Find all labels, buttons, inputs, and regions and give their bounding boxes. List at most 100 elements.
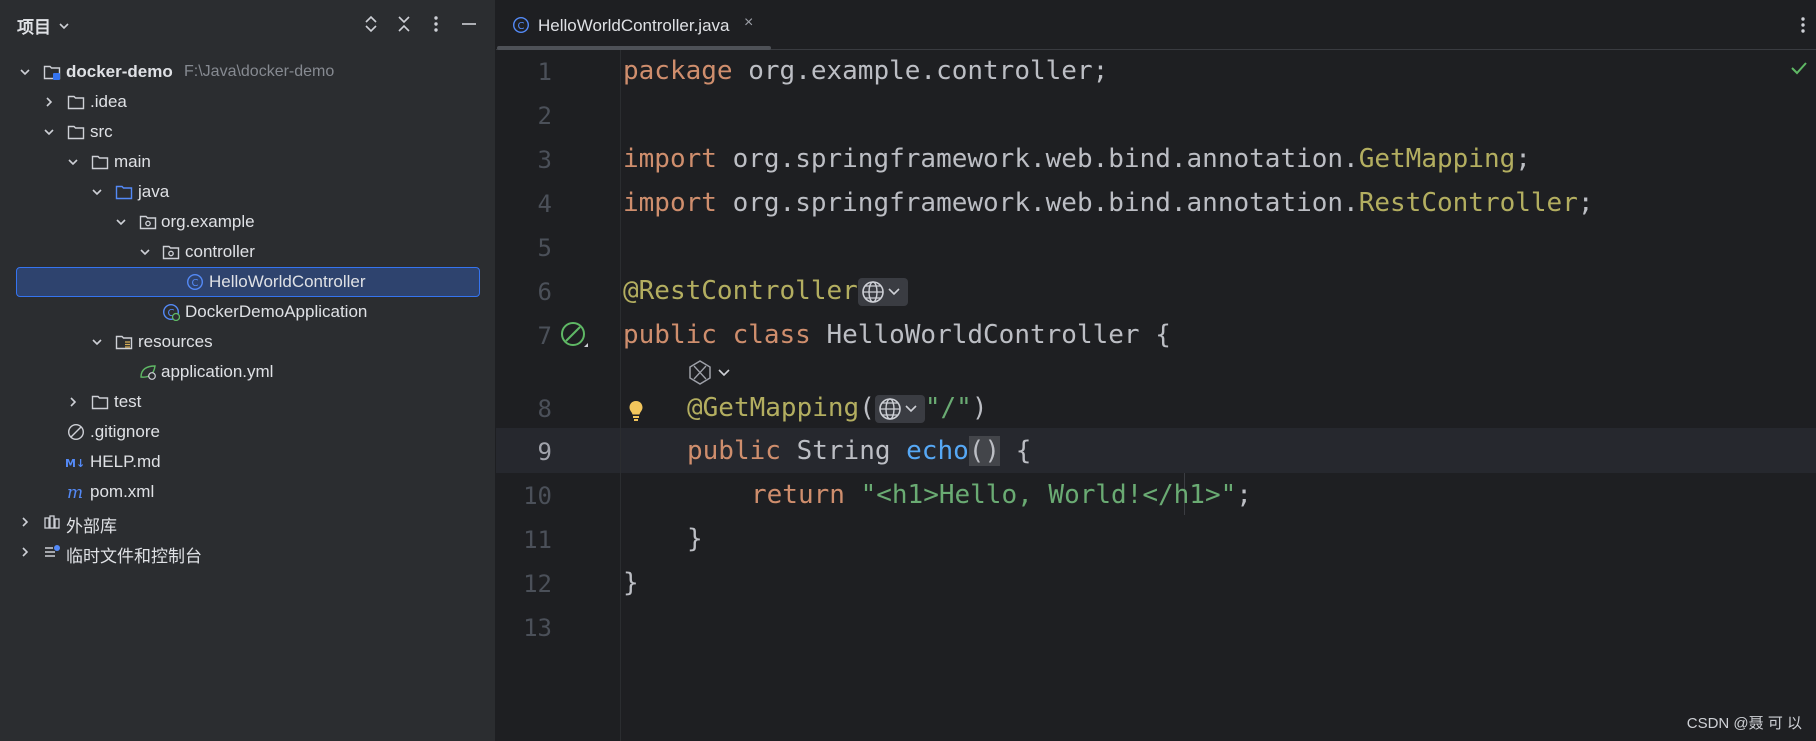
tree-item-label: test (114, 392, 142, 411)
spring-class-icon: C (162, 303, 180, 321)
chevron-down-icon[interactable] (65, 154, 81, 170)
check-icon[interactable] (1790, 60, 1808, 76)
tree-item-label: HelloWorldController (209, 272, 366, 291)
tree-item-label: .idea (90, 92, 127, 111)
tree-item-label: DockerDemoApplication (185, 302, 368, 321)
code-line-10[interactable]: return "<h1>Hello, World!</h1>"; (751, 480, 1252, 510)
ai-assistant-icon[interactable] (686, 358, 738, 386)
svg-text:C: C (518, 21, 525, 32)
chevron-right-icon[interactable] (65, 394, 81, 410)
tree-item-label: application.yml (161, 362, 274, 381)
line-number: 12 (523, 570, 552, 598)
chevron-down-icon[interactable] (137, 244, 153, 260)
code-string: "/" (924, 393, 972, 423)
options-icon[interactable] (427, 15, 445, 33)
folder-icon (91, 395, 109, 410)
line-number: 3 (537, 146, 552, 174)
tree-item-java[interactable]: java (0, 177, 495, 207)
chevron-down-icon[interactable] (113, 214, 129, 230)
chevron-down-icon[interactable] (17, 64, 33, 80)
tree-item-label: resources (138, 332, 213, 351)
tree-item-controller[interactable]: controller (0, 237, 495, 267)
code-text: org.example.controller; (732, 56, 1109, 86)
code-line-6[interactable]: @RestController (623, 276, 908, 306)
watermark: CSDN @聂 可 以 (1686, 715, 1802, 732)
bean-gutter-icon[interactable] (560, 321, 590, 351)
tab-helloworldcontroller[interactable]: C HelloWorldController.java × (496, 0, 771, 50)
tree-item-scratches[interactable]: 临时文件和控制台 (0, 537, 495, 567)
tree-item-label: .gitignore (90, 422, 160, 441)
code-text: ; (1236, 480, 1252, 510)
tree-item-external-libraries[interactable]: 外部库 (0, 507, 495, 537)
code-text: ) (971, 393, 988, 423)
tree-item-help-md[interactable]: M↓ HELP.md (0, 447, 495, 477)
code-keyword: public class (623, 320, 811, 350)
chevron-down-icon[interactable] (89, 334, 105, 350)
tree-item-test[interactable]: test (0, 387, 495, 417)
code-line-12[interactable]: } (623, 568, 639, 598)
code-text: { (1000, 436, 1032, 466)
code-keyword: package (623, 56, 733, 86)
tree-item-application-yml[interactable]: application.yml (0, 357, 495, 387)
code-line-11[interactable]: } (687, 524, 703, 554)
tree-item-idea[interactable]: .idea (0, 87, 495, 117)
tree-item-label: docker-demo (66, 62, 173, 81)
tree-item-dockerdemoapplication[interactable]: C DockerDemoApplication (0, 297, 495, 327)
code-text: org.springframework.web.bind.annotation. (716, 144, 1359, 174)
tree-item-helloworldcontroller[interactable]: C HelloWorldController (0, 267, 495, 297)
tree-item-src[interactable]: src (0, 117, 495, 147)
code-annotation: @RestController (623, 276, 858, 306)
code-line-7[interactable]: public class HelloWorldController { (623, 320, 1171, 350)
tree-item-gitignore[interactable]: .gitignore (0, 417, 495, 447)
line-number: 1 (537, 58, 552, 86)
tree-item-main[interactable]: main (0, 147, 495, 177)
endpoint-inlay[interactable] (857, 277, 908, 306)
endpoint-inlay[interactable] (874, 394, 925, 423)
source-folder-icon (115, 185, 133, 200)
lightbulb-icon[interactable] (628, 400, 644, 422)
code-editor: C HelloWorldController.java × 1 2 3 4 5 … (496, 0, 1816, 741)
chevron-right-icon[interactable] (41, 94, 57, 110)
close-icon[interactable]: × (744, 14, 753, 32)
project-panel-title[interactable]: 项目 (17, 13, 51, 38)
chevron-right-icon[interactable] (17, 514, 33, 530)
svg-text:C: C (192, 278, 199, 289)
code-line-3[interactable]: import org.springframework.web.bind.anno… (623, 144, 1531, 174)
collapse-all-icon[interactable] (395, 15, 413, 33)
code-line-8[interactable]: @GetMapping("/") (687, 393, 987, 423)
line-number: 10 (523, 482, 552, 510)
chevron-down-icon[interactable] (57, 19, 71, 33)
markdown-icon: M↓ (65, 457, 85, 470)
scratch-icon (45, 545, 60, 557)
tree-item-docker-demo[interactable]: docker-demo F:\Java\docker-demo (0, 57, 495, 87)
editor-tab-bar: C HelloWorldController.java × (496, 0, 1816, 50)
code-line-1[interactable]: package org.example.controller; (623, 56, 1108, 86)
hide-panel-icon[interactable] (460, 15, 478, 33)
code-text: ; (1515, 144, 1531, 174)
more-icon[interactable] (1800, 16, 1806, 34)
code-line-9[interactable]: public String echo() { (687, 436, 1031, 466)
tree-item-resources[interactable]: resources (0, 327, 495, 357)
package-icon (139, 215, 157, 230)
tree-item-label: 临时文件和控制台 (66, 547, 202, 566)
code-keyword: import (623, 188, 717, 218)
tree-item-pom-xml[interactable]: m pom.xml (0, 477, 495, 507)
code-text: ( (859, 393, 875, 423)
code-text: } (623, 568, 639, 598)
chevron-right-icon[interactable] (17, 544, 33, 560)
code-text: org.springframework.web.bind.annotation. (716, 188, 1359, 218)
line-number: 7 (537, 322, 552, 350)
class-icon: C (512, 16, 530, 34)
code-line-4[interactable]: import org.springframework.web.bind.anno… (623, 188, 1594, 218)
tree-item-org-example[interactable]: org.example (0, 207, 495, 237)
chevron-down-icon[interactable] (41, 124, 57, 140)
chevron-down-icon[interactable] (89, 184, 105, 200)
gutter-separator (620, 50, 621, 741)
code-string: "<h1>Hello, World!</h1>" (844, 480, 1237, 510)
tree-item-label: org.example (161, 212, 255, 231)
project-sidebar: 项目 docker-demo F:\Java\docker-demo .idea… (0, 0, 495, 741)
line-number-current: 9 (537, 438, 552, 466)
line-number: 11 (523, 526, 552, 554)
expand-collapse-icon[interactable] (362, 15, 380, 33)
code-method: echo (906, 436, 969, 466)
